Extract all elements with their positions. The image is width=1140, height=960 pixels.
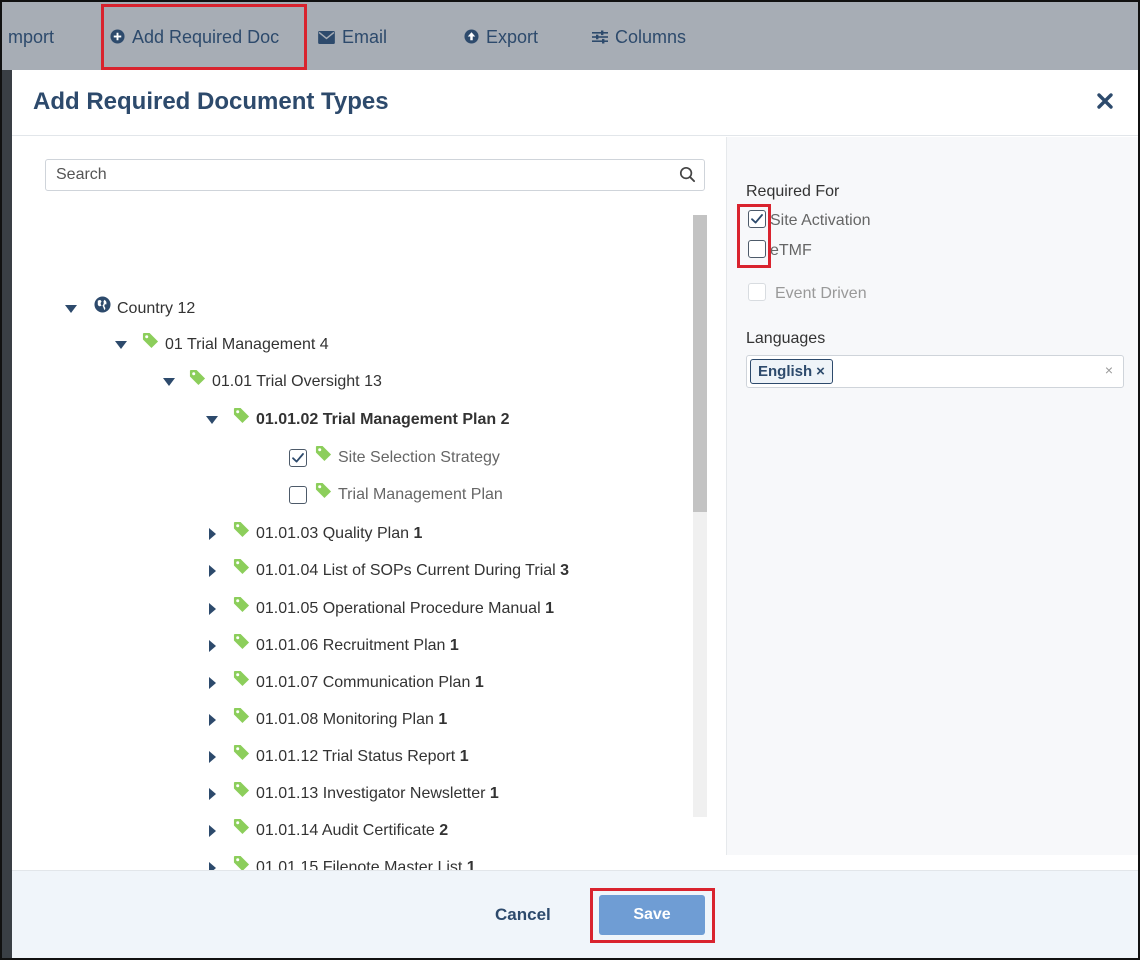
tree-node-label: 01.01.02 Trial Management Plan [256, 411, 497, 429]
tree-node-count: 1 [413, 525, 423, 543]
tag-icon [233, 704, 250, 736]
tree-node-label: 01.01.06 Recruitment Plan [256, 637, 446, 655]
tree-node-count: 2 [500, 411, 510, 429]
language-tag-label: English [758, 363, 813, 380]
tree-node-count: 1 [474, 674, 484, 692]
site-activation-label: Site Activation [770, 212, 871, 229]
caret-down-icon[interactable] [64, 293, 78, 337]
leaf-checkbox-checked[interactable] [289, 449, 307, 467]
document-tree: Country 12 01 Trial Management 4 01.01 T… [12, 137, 702, 876]
options-pane: Required For Site Activation eTMF Event … [727, 137, 1138, 855]
tag-icon [233, 404, 250, 436]
tree-node-count: 4 [319, 336, 329, 354]
tree-leaf-site-selection-strategy[interactable]: Site Selection Strategy [289, 442, 500, 474]
tag-icon [189, 366, 206, 398]
event-driven-checkbox [748, 283, 766, 302]
tree-node-count: 1 [438, 711, 448, 729]
tree-scrollbar[interactable] [693, 215, 707, 817]
languages-label: Languages [746, 330, 826, 347]
tag-icon [233, 518, 250, 550]
tag-icon [233, 778, 250, 810]
highlight-box-required-for [737, 204, 771, 268]
tree-node-label: 01.01.03 Quality Plan [256, 525, 409, 543]
columns-label: Columns [615, 27, 687, 47]
tag-icon [233, 555, 250, 587]
tag-icon [233, 667, 250, 699]
tree-node-count: 1 [449, 637, 459, 655]
tree-leaf-trial-management-plan[interactable]: Trial Management Plan [289, 479, 503, 511]
language-tag-english: English × [750, 359, 833, 384]
highlight-box-save [590, 888, 715, 943]
tree-node-label: 01.01.04 List of SOPs Current During Tri… [256, 562, 556, 580]
tag-icon [315, 479, 332, 511]
modal-header: Add Required Document Types [12, 70, 1138, 136]
tag-icon [233, 815, 250, 847]
tree-node-count: 2 [439, 822, 449, 840]
tree-node-label: 01.01.14 Audit Certificate [256, 822, 435, 840]
email-label: Email [342, 27, 388, 47]
caret-down-icon[interactable] [162, 366, 176, 410]
export-label: Export [486, 27, 539, 47]
required-for-label: Required For [746, 183, 840, 200]
modal-title: Add Required Document Types [33, 88, 389, 115]
caret-down-icon[interactable] [205, 404, 219, 448]
background-overlay-strip [2, 70, 12, 958]
document-tree-pane: Country 12 01 Trial Management 4 [12, 137, 726, 876]
tree-node-count: 13 [364, 373, 382, 391]
toolbar: mport Add Required Doc Email Export Colu… [2, 2, 1138, 70]
tree-node-count: 12 [177, 300, 196, 318]
tree-node-count: 1 [489, 785, 499, 803]
tree-node-label: Country [117, 300, 174, 318]
tree-node-label: 01.01.13 Investigator Newsletter [256, 785, 486, 803]
sliders-icon [592, 3, 608, 73]
tree-leaf-label: Trial Management Plan [338, 486, 503, 504]
tree-node-label: 01.01 Trial Oversight [212, 373, 360, 391]
remove-tag-icon[interactable]: × [816, 363, 825, 380]
close-icon[interactable] [1096, 92, 1116, 112]
email-button[interactable]: Email [318, 2, 387, 70]
import-button[interactable]: mport [8, 2, 54, 70]
modal-footer: Cancel Save [12, 870, 1138, 958]
import-label: mport [8, 27, 55, 47]
tree-node-count: 1 [545, 600, 554, 618]
event-driven-label: Event Driven [775, 285, 867, 302]
tag-icon [142, 329, 159, 361]
tag-icon [233, 593, 250, 625]
tag-icon [233, 741, 250, 773]
tree-leaf-label: Site Selection Strategy [338, 449, 500, 467]
arrow-up-circle-icon [464, 3, 479, 73]
tree-node-label: 01.01.12 Trial Status Report [256, 748, 456, 766]
add-required-document-types-modal: Add Required Document Types Country 12 [12, 70, 1138, 958]
tag-icon [315, 442, 332, 474]
leaf-checkbox-unchecked[interactable] [289, 486, 307, 504]
tree-node-label: 01.01.08 Monitoring Plan [256, 711, 434, 729]
caret-down-icon[interactable] [114, 329, 128, 373]
etmf-label: eTMF [770, 242, 812, 259]
envelope-icon [318, 3, 335, 73]
globe-icon [94, 293, 111, 325]
tag-icon [233, 630, 250, 662]
languages-multiselect[interactable]: English × × [746, 355, 1124, 388]
tree-node-label: 01.01.05 Operational Procedure Manual [256, 600, 541, 618]
scrollbar-thumb[interactable] [693, 215, 707, 512]
tree-node-count: 3 [560, 562, 570, 580]
tree-node-count: 1 [459, 748, 469, 766]
clear-languages-icon[interactable]: × [1105, 362, 1113, 378]
tree-node-label: 01.01.07 Communication Plan [256, 674, 471, 692]
tree-node-label: 01 Trial Management [165, 336, 316, 354]
event-driven-option: Event Driven [748, 283, 867, 305]
export-button[interactable]: Export [464, 2, 538, 70]
cancel-button[interactable]: Cancel [495, 905, 551, 925]
highlight-box-add-required-doc [101, 4, 307, 70]
columns-button[interactable]: Columns [592, 2, 686, 70]
